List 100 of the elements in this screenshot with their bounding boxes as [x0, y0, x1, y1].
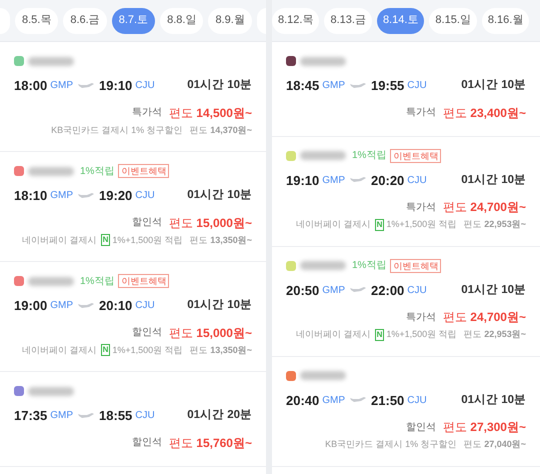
arrival-time: 18:55: [99, 407, 132, 425]
discount-price: 편도 22,953원~: [464, 218, 526, 231]
departure-time: 18:10: [14, 187, 48, 205]
date-chip[interactable]: 8.16.월: [482, 8, 530, 34]
date-chip[interactable]: 8.6.금: [63, 8, 107, 34]
airport-code: GMP: [50, 79, 74, 94]
fare-price: 편도 23,400원~: [442, 104, 526, 122]
date-chip[interactable]: 8.9.월: [208, 8, 252, 34]
event-badge: 이벤트혜택: [118, 164, 170, 178]
departure-time: 17:35: [14, 407, 48, 425]
date-chip[interactable]: 8.8.일: [160, 8, 204, 34]
airport-code: GMP: [50, 409, 74, 424]
fare-price: 편도 14,500원~: [168, 104, 252, 122]
departure-time: 20:50: [286, 282, 320, 300]
date-chip[interactable]: 8.5.목: [15, 8, 58, 34]
date-chip[interactable]: 8.13.금: [324, 8, 372, 34]
arrival-time: 19:55: [371, 77, 404, 95]
plane-icon: [78, 412, 94, 420]
plane-icon: [78, 302, 94, 310]
discount-text: 네이버페이 결제시: [22, 344, 97, 356]
airport-code: GMP: [322, 174, 346, 188]
blurred-airline-name: [300, 371, 346, 380]
event-badge: 이벤트혜택: [118, 274, 170, 288]
blurred-airline-name: [28, 56, 74, 66]
airport-code: CJU: [407, 284, 427, 298]
fare-class: 특가석: [406, 106, 436, 120]
flight-duration: 01시간 20분: [187, 408, 252, 424]
pay-badge: N: [374, 328, 384, 341]
arrival-time: 19:10: [99, 77, 132, 95]
reward-text: 1%+1,500원 적립: [386, 218, 457, 231]
reward-text: 1%+1,500원 적립: [112, 234, 183, 246]
fare-class: 할인석: [132, 436, 162, 450]
departure-time: 19:10: [286, 172, 320, 190]
discount-text: 네이버페이 결제시: [22, 234, 97, 246]
airport-code: GMP: [322, 79, 346, 94]
plane-icon: [350, 82, 366, 90]
airport-code: CJU: [407, 394, 427, 408]
airport-code: GMP: [322, 284, 346, 298]
airport-code: CJU: [407, 79, 427, 94]
fare-class: 할인석: [406, 420, 436, 434]
discount-text: KB국민카드 결제시 1% 청구할인: [51, 124, 183, 136]
fare-class: 할인석: [132, 216, 162, 230]
blurred-airline-name: [300, 151, 346, 160]
arrival-time: 20:10: [99, 297, 132, 315]
plane-icon: [78, 82, 94, 90]
blurred-airline-name: [28, 276, 74, 286]
discount-price: 편도 22,953원~: [464, 328, 526, 341]
arrival-time: 20:20: [371, 172, 404, 190]
pay-badge: N: [374, 218, 384, 231]
fare-price: 편도 24,700원~: [442, 199, 526, 216]
event-badge: 이벤트혜택: [390, 148, 442, 162]
airport-code: CJU: [135, 189, 155, 204]
blurred-airline-name: [300, 261, 346, 270]
date-chip[interactable]: 8.15.일: [429, 8, 477, 34]
pay-badge: N: [100, 344, 110, 356]
points-label: 1%적립: [352, 149, 386, 163]
fare-class: 특가석: [406, 200, 436, 214]
discount-text: KB국민카드 결제시 1% 청구할인: [325, 438, 457, 451]
flight-duration: 01시간 10분: [461, 172, 526, 188]
event-badge: 이벤트혜택: [390, 258, 442, 272]
blurred-airline-name: [300, 56, 346, 66]
pay-badge: N: [100, 234, 110, 246]
airport-code: GMP: [322, 394, 346, 408]
arrival-time: 21:50: [371, 392, 404, 410]
flight-duration: 01시간 10분: [461, 282, 526, 298]
discount-price: 편도 13,350원~: [190, 234, 252, 246]
airport-code: CJU: [135, 79, 155, 94]
reward-text: 1%+1,500원 적립: [112, 344, 183, 356]
fare-price: 편도 15,000원~: [168, 214, 252, 232]
departure-time: 20:40: [286, 392, 320, 410]
discount-price: 편도 27,040원~: [464, 438, 526, 451]
fare-class: 특가석: [406, 310, 436, 324]
points-label: 1%적립: [352, 259, 386, 273]
discount-price: 편도 13,350원~: [190, 344, 252, 356]
date-chip[interactable]: 8.12.목: [272, 8, 320, 34]
airport-code: CJU: [135, 409, 155, 424]
departure-time: 18:00: [14, 77, 48, 95]
reward-text: 1%+1,500원 적립: [386, 328, 457, 341]
discount-price: 편도 14,370원~: [190, 124, 252, 136]
flight-duration: 01시간 10분: [187, 78, 252, 94]
blurred-airline-name: [28, 166, 74, 176]
points-label: 1%적립: [80, 274, 114, 288]
flight-duration: 01시간 10분: [461, 78, 526, 94]
fare-class: 특가석: [132, 106, 162, 120]
arrival-time: 22:00: [371, 282, 404, 300]
fare-price: 편도 15,000원~: [168, 324, 252, 342]
fare-price: 편도 24,700원~: [442, 309, 526, 326]
plane-icon: [350, 286, 366, 294]
plane-icon: [78, 192, 94, 200]
plane-icon: [350, 176, 366, 184]
airport-code: CJU: [135, 299, 155, 314]
discount-text: 네이버페이 결제시: [296, 218, 371, 231]
airport-code: CJU: [407, 174, 427, 188]
flight-duration: 01시간 10분: [461, 392, 526, 408]
flight-duration: 01시간 10분: [187, 188, 252, 204]
departure-time: 19:00: [14, 297, 48, 315]
flight-duration: 01시간 10분: [187, 298, 252, 314]
fare-class: 할인석: [132, 326, 162, 340]
airport-code: GMP: [50, 299, 74, 314]
plane-icon: [350, 396, 366, 404]
